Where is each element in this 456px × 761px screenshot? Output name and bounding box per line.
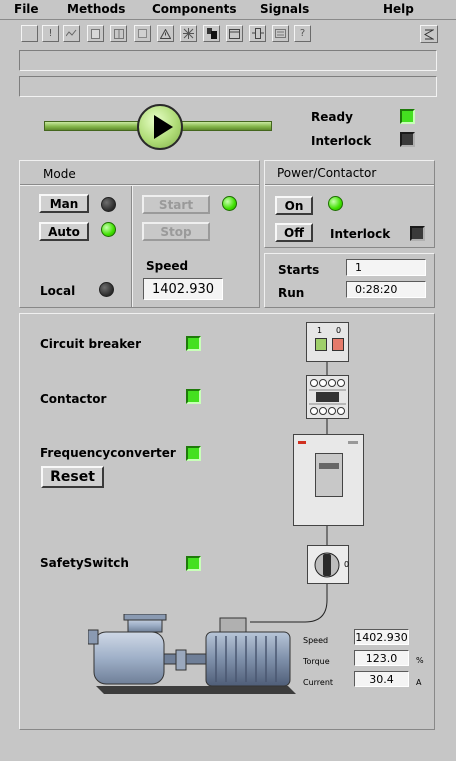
toolbar-document-button[interactable]: [87, 25, 104, 42]
motor-current-label: Current: [303, 678, 334, 687]
mode-title: Mode: [43, 167, 76, 181]
interlock-label: Interlock: [311, 134, 372, 148]
toolbar-grid-button[interactable]: [110, 25, 127, 42]
circuit-breaker-indicator: [186, 336, 201, 351]
starts-label: Starts: [278, 263, 320, 277]
signal-icon: [424, 29, 434, 39]
safety-switch-label: SafetySwitch: [40, 556, 129, 570]
toolbar-blocks-button[interactable]: [203, 25, 220, 42]
auto-indicator: [101, 222, 116, 237]
frequency-converter-label: Frequencyconverter: [40, 446, 176, 460]
motor-speed-field: 1402.930: [354, 629, 409, 645]
crosshair-icon: [183, 28, 194, 39]
starts-field: 1: [346, 259, 426, 276]
interlock-indicator: [400, 132, 415, 147]
motor-speed-label: Speed: [303, 636, 329, 645]
menu-methods[interactable]: Methods: [67, 2, 125, 16]
contactor-label: Contactor: [40, 392, 107, 406]
stop-button[interactable]: Stop: [142, 222, 210, 241]
toolbar-help-button[interactable]: ?: [294, 25, 311, 42]
menu-help[interactable]: Help: [383, 2, 414, 16]
circuit-breaker-label: Circuit breaker: [40, 337, 141, 351]
man-indicator: [101, 197, 116, 212]
local-indicator: [99, 282, 114, 297]
toolbar-crosshair-button[interactable]: [180, 25, 197, 42]
speed-field: 1402.930: [143, 278, 223, 300]
speed-label: Speed: [146, 259, 189, 273]
document-icon: [91, 28, 100, 39]
motor-pump-image: [88, 614, 296, 694]
start-indicator: [222, 196, 237, 211]
trend-icon: [66, 29, 77, 37]
toolbar-signal-button[interactable]: [420, 25, 438, 43]
menu-signals[interactable]: Signals: [260, 2, 309, 16]
reset-button[interactable]: Reset: [41, 466, 104, 488]
toolbar-blank2-button[interactable]: [134, 25, 151, 42]
mode-vertical-divider: [131, 186, 133, 307]
breaker-on-key: [315, 338, 327, 351]
exclamation-icon: !: [48, 28, 53, 39]
toolbar-warning-button[interactable]: [157, 25, 174, 42]
help-icon: ?: [299, 28, 306, 39]
wiring-lines: [250, 362, 328, 623]
connector-icon: [251, 28, 264, 39]
message-strip-2: [19, 76, 437, 97]
ready-label: Ready: [311, 110, 353, 124]
motor-torque-label: Torque: [303, 657, 330, 666]
local-label: Local: [40, 284, 76, 298]
breaker-off-label: 0: [336, 326, 342, 335]
menu-bar: File Methods Components Signals Help: [0, 0, 456, 20]
blocks-icon: [206, 28, 217, 39]
run-field: 0:28:20: [346, 281, 426, 298]
run-label: Run: [278, 286, 305, 300]
motor-current-field: 30.4: [354, 671, 409, 687]
power-contactor-title: Power/Contactor: [277, 166, 377, 180]
power-interlock-indicator: [410, 226, 425, 241]
ready-indicator: [400, 109, 415, 124]
toolbar-list-button[interactable]: [272, 25, 289, 42]
toolbar-window-button[interactable]: [226, 25, 243, 42]
menu-file[interactable]: File: [14, 2, 39, 16]
breaker-on-label: 1: [317, 326, 323, 335]
toolbar-blank-button[interactable]: [21, 25, 38, 42]
menu-components[interactable]: Components: [152, 2, 237, 16]
grid-icon: [113, 28, 124, 39]
start-motor-button[interactable]: [137, 104, 183, 150]
motor-torque-unit: %: [416, 656, 424, 665]
frequency-converter-indicator: [186, 446, 201, 461]
contactor-indicator: [186, 389, 201, 404]
power-on-button[interactable]: On: [275, 196, 313, 215]
circuit-breaker-device[interactable]: 1 0: [306, 322, 349, 362]
power-off-button[interactable]: Off: [275, 223, 313, 242]
man-button[interactable]: Man: [39, 194, 89, 213]
list-icon: [275, 29, 286, 38]
motor-torque-field: 123.0: [354, 650, 409, 666]
start-button[interactable]: Start: [142, 195, 210, 214]
message-strip-1: [19, 50, 437, 71]
blank-icon: [138, 29, 147, 38]
toolbar-exclamation-button[interactable]: !: [42, 25, 59, 42]
power-interlock-label: Interlock: [330, 227, 391, 241]
toolbar-connector-button[interactable]: [249, 25, 266, 42]
breaker-off-key: [332, 338, 344, 351]
warning-icon: [160, 28, 171, 39]
window-icon: [229, 28, 240, 39]
auto-button[interactable]: Auto: [39, 222, 89, 241]
motor-current-unit: A: [416, 678, 422, 687]
power-divider: [265, 184, 434, 186]
play-icon: [154, 115, 173, 139]
power-on-indicator: [328, 196, 343, 211]
toolbar-trend-button[interactable]: [63, 25, 80, 42]
safety-switch-indicator: [186, 556, 201, 571]
mode-divider: [20, 184, 259, 186]
